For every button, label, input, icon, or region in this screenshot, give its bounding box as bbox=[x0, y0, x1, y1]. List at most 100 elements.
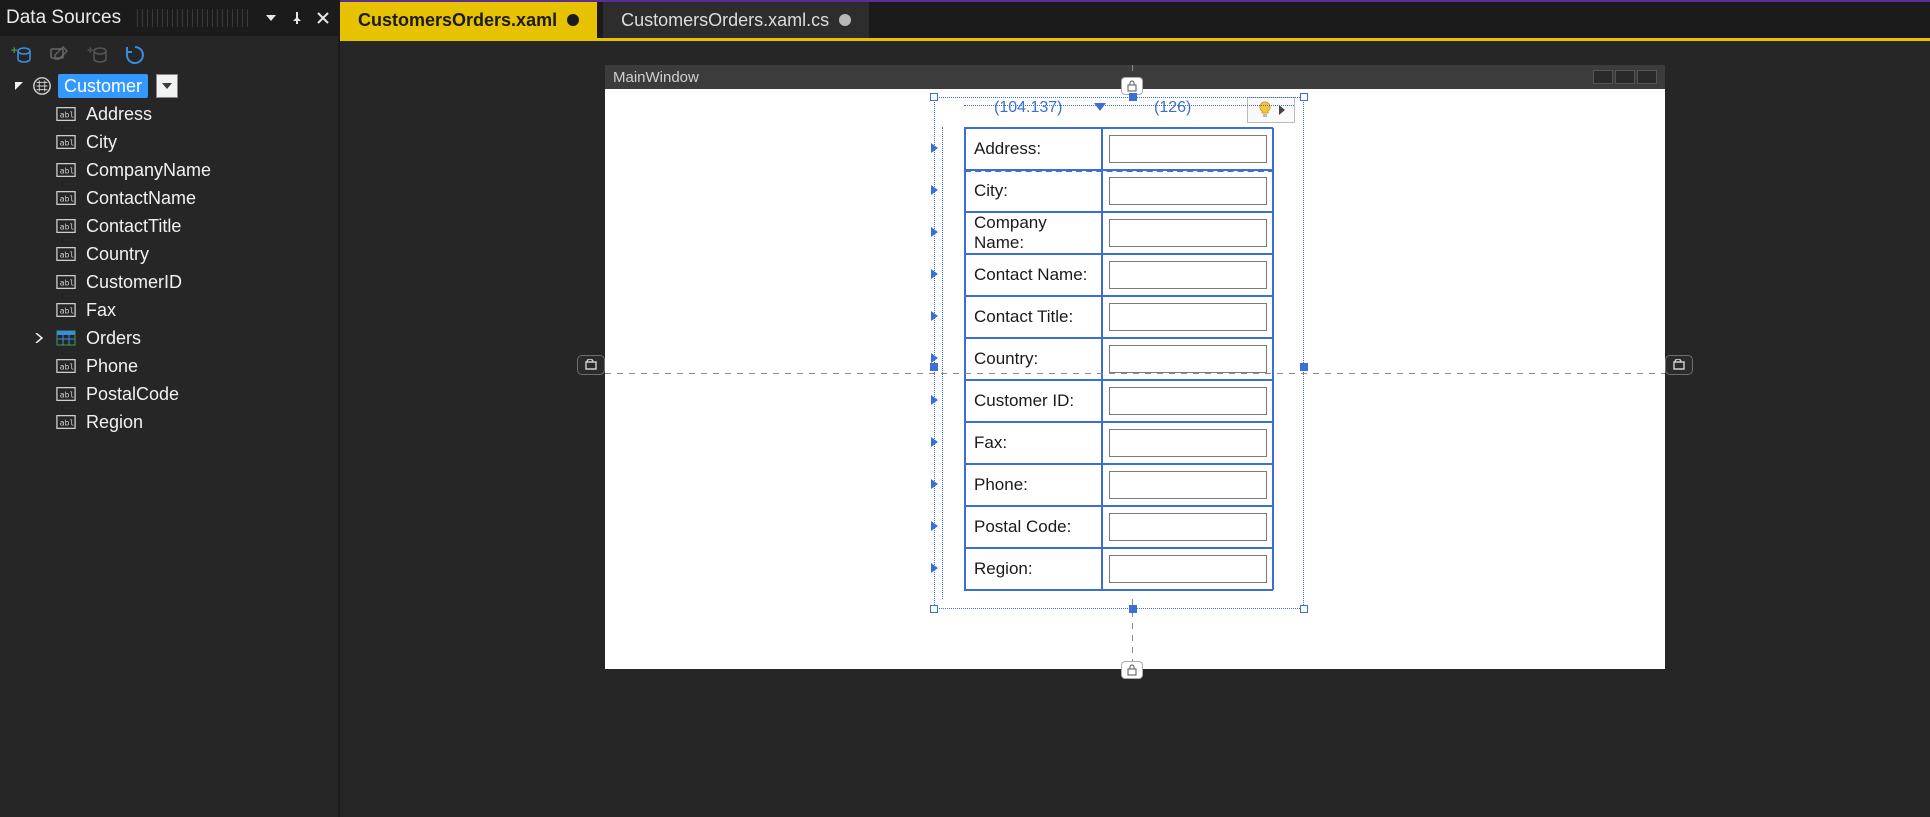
add-data-source-icon[interactable]: + bbox=[10, 44, 32, 66]
form-textbox[interactable] bbox=[1109, 471, 1267, 499]
min-button-icon bbox=[1593, 70, 1613, 84]
tree-node-field[interactable]: abl CustomerID bbox=[56, 268, 338, 296]
form-grid[interactable]: Address:City:Company Name:Contact Name:C… bbox=[964, 127, 1273, 591]
panel-dropdown-icon[interactable] bbox=[262, 9, 280, 27]
resize-handle[interactable] bbox=[1300, 363, 1308, 371]
pin-icon[interactable] bbox=[288, 9, 306, 27]
max-button-icon bbox=[1615, 70, 1635, 84]
resize-handle[interactable] bbox=[930, 605, 938, 613]
form-label: Region: bbox=[965, 548, 1102, 590]
svg-text:abl: abl bbox=[60, 390, 75, 400]
form-input-cell bbox=[1102, 464, 1274, 506]
form-input-cell bbox=[1102, 506, 1274, 548]
tree-node-customer[interactable]: Customer bbox=[12, 72, 338, 100]
row-marker-icon[interactable] bbox=[931, 143, 938, 153]
margin-lock-bottom-icon[interactable] bbox=[1121, 661, 1143, 679]
margin-lock-right-icon[interactable] bbox=[1665, 355, 1693, 375]
tree-node-field[interactable]: abl ContactTitle bbox=[56, 212, 338, 240]
column-splitter-icon[interactable] bbox=[1094, 103, 1106, 111]
form-label: Company Name: bbox=[965, 212, 1102, 254]
expander-icon[interactable] bbox=[32, 331, 46, 345]
refresh-icon[interactable] bbox=[124, 44, 146, 66]
row-marker-icon[interactable] bbox=[931, 395, 938, 405]
form-textbox[interactable] bbox=[1109, 177, 1267, 205]
form-textbox[interactable] bbox=[1109, 555, 1267, 583]
form-textbox[interactable] bbox=[1109, 261, 1267, 289]
form-textbox[interactable] bbox=[1109, 513, 1267, 541]
tree-node-field[interactable]: abl Country bbox=[56, 240, 338, 268]
tree-label: Region bbox=[86, 412, 143, 433]
resize-handle[interactable] bbox=[930, 93, 938, 101]
add-source-with-wizard-icon[interactable]: + bbox=[86, 44, 108, 66]
resize-handle[interactable] bbox=[930, 363, 938, 371]
document-tabs: CustomersOrders.xaml CustomersOrders.xam… bbox=[340, 2, 1930, 38]
resize-handle[interactable] bbox=[1300, 93, 1308, 101]
tree-label: CustomerID bbox=[86, 272, 182, 293]
svg-text:abl: abl bbox=[60, 222, 75, 232]
tab-inactive[interactable]: CustomersOrders.xaml.cs bbox=[603, 2, 869, 38]
resize-handle[interactable] bbox=[1300, 605, 1308, 613]
row-marker-icon[interactable] bbox=[931, 353, 938, 363]
design-canvas[interactable]: (104.137) (126) bbox=[605, 89, 1665, 669]
row-marker-icon[interactable] bbox=[931, 185, 938, 195]
form-textbox[interactable] bbox=[1109, 345, 1267, 373]
row-marker-icon[interactable] bbox=[931, 563, 938, 573]
designer-surface[interactable]: MainWindow bbox=[340, 41, 1930, 817]
form-textbox[interactable] bbox=[1109, 429, 1267, 457]
form-textbox[interactable] bbox=[1109, 219, 1267, 247]
form-label: Contact Name: bbox=[965, 254, 1102, 296]
quick-actions-button[interactable] bbox=[1247, 97, 1295, 123]
tree-node-field[interactable]: abl Fax bbox=[56, 296, 338, 324]
tree-node-field[interactable]: abl Region bbox=[56, 408, 338, 436]
tree-label-customer[interactable]: Customer bbox=[58, 74, 148, 98]
row-marker-icon[interactable] bbox=[931, 521, 938, 531]
window-chrome-buttons bbox=[1593, 70, 1657, 84]
tree-label: CompanyName bbox=[86, 160, 211, 181]
tree-label: Fax bbox=[86, 300, 116, 321]
close-icon[interactable] bbox=[314, 9, 332, 27]
text-field-icon: abl bbox=[56, 301, 76, 319]
form-textbox[interactable] bbox=[1109, 387, 1267, 415]
row-marker-icon[interactable] bbox=[931, 479, 938, 489]
svg-text:abl: abl bbox=[60, 166, 75, 176]
row-marker-icon[interactable] bbox=[931, 269, 938, 279]
form-label: Fax: bbox=[965, 422, 1102, 464]
form-label: Address: bbox=[965, 128, 1102, 170]
tree-node-field[interactable]: abl ContactName bbox=[56, 184, 338, 212]
control-type-dropdown[interactable] bbox=[156, 74, 178, 98]
tree-node-field[interactable]: abl City bbox=[56, 128, 338, 156]
selection-frame[interactable]: (104.137) (126) bbox=[964, 127, 1294, 599]
dirty-indicator-icon bbox=[567, 14, 579, 26]
text-field-icon: abl bbox=[56, 105, 76, 123]
svg-text:abl: abl bbox=[60, 278, 75, 288]
text-field-icon: abl bbox=[56, 245, 76, 263]
form-input-cell bbox=[1102, 296, 1274, 338]
tree-node-field[interactable]: abl CompanyName bbox=[56, 156, 338, 184]
tree-node-field[interactable]: abl PostalCode bbox=[56, 380, 338, 408]
form-label: Postal Code: bbox=[965, 506, 1102, 548]
panel-toolbar: + + bbox=[0, 36, 338, 68]
tree-node-field[interactable]: abl Phone bbox=[56, 352, 338, 380]
expander-icon[interactable] bbox=[12, 79, 26, 93]
tree-node-field[interactable]: Orders bbox=[56, 324, 338, 352]
column-width-2: (126) bbox=[1154, 99, 1191, 117]
panel-grip[interactable] bbox=[135, 9, 248, 27]
tree-label: ContactTitle bbox=[86, 216, 181, 237]
tab-inactive-label: CustomersOrders.xaml.cs bbox=[621, 10, 829, 31]
row-marker-icon[interactable] bbox=[931, 311, 938, 321]
tree-node-field[interactable]: abl Address bbox=[56, 100, 338, 128]
tab-active[interactable]: CustomersOrders.xaml bbox=[340, 2, 597, 38]
form-textbox[interactable] bbox=[1109, 135, 1267, 163]
form-label: Phone: bbox=[965, 464, 1102, 506]
text-field-icon: abl bbox=[56, 161, 76, 179]
resize-handle[interactable] bbox=[1129, 605, 1137, 613]
window-title: MainWindow bbox=[613, 69, 699, 86]
form-label: City: bbox=[965, 170, 1102, 212]
row-marker-icon[interactable] bbox=[931, 227, 938, 237]
row-marker-icon[interactable] bbox=[931, 437, 938, 447]
text-field-icon: abl bbox=[56, 189, 76, 207]
edit-data-source-icon[interactable] bbox=[48, 44, 70, 66]
form-textbox[interactable] bbox=[1109, 303, 1267, 331]
margin-lock-left-icon[interactable] bbox=[577, 355, 605, 375]
resize-handle[interactable] bbox=[1129, 93, 1137, 101]
